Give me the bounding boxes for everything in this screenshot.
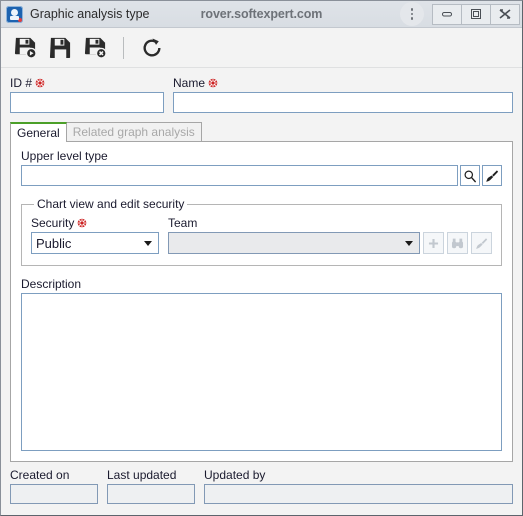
last-updated-label: Last updated <box>107 468 177 482</box>
plus-icon <box>428 238 439 248</box>
last-updated-label-wrap: Last updated <box>107 468 195 482</box>
record-metadata-footer: Created on Last updated Updated by <box>1 462 522 515</box>
name-input[interactable] <box>173 92 513 113</box>
brush-icon <box>476 237 488 249</box>
application-window: Graphic analysis type rover.softexpert.c… <box>0 0 523 516</box>
chart-security-row: Security Public Team <box>31 216 492 254</box>
window-title: Graphic analysis type <box>30 7 150 21</box>
upper-level-type-clear-button[interactable] <box>482 165 502 186</box>
created-on-input <box>10 484 98 504</box>
required-marker-icon <box>35 78 45 88</box>
upper-level-type-row <box>21 165 502 186</box>
id-field-group: ID # <box>10 76 164 113</box>
created-on-group: Created on <box>10 468 98 504</box>
chevron-down-icon <box>405 240 413 246</box>
tab-related-graph-analysis[interactable]: Related graph analysis <box>65 122 202 141</box>
security-select[interactable]: Public <box>31 232 159 254</box>
tab-panel-general: Upper level type Chart view and edit sec… <box>10 141 513 462</box>
team-field-group: Team <box>168 216 492 254</box>
close-button[interactable] <box>490 3 520 25</box>
window-controls <box>400 2 520 26</box>
description-label-wrap: Description <box>21 277 502 291</box>
save-exit-icon <box>84 37 107 59</box>
identification-row: ID # Name <box>10 68 513 113</box>
last-updated-group: Last updated <box>107 468 195 504</box>
id-label-wrap: ID # <box>10 76 164 90</box>
more-options-kebab-icon[interactable] <box>400 2 424 26</box>
team-label-wrap: Team <box>168 216 492 230</box>
team-select <box>168 232 420 254</box>
security-label-wrap: Security <box>31 216 159 230</box>
required-marker-icon <box>208 78 218 88</box>
team-row <box>168 232 492 254</box>
required-marker-icon <box>77 218 87 228</box>
save-and-exit-button[interactable] <box>82 35 108 61</box>
brush-icon <box>486 169 499 182</box>
team-label: Team <box>168 216 198 230</box>
save-and-new-button[interactable] <box>12 35 38 61</box>
save-icon <box>49 37 70 59</box>
security-label: Security <box>31 216 75 230</box>
created-on-label-wrap: Created on <box>10 468 98 482</box>
created-on-label: Created on <box>10 468 70 482</box>
description-textarea[interactable] <box>21 293 502 451</box>
updated-by-group: Updated by <box>204 468 513 504</box>
toolbar <box>1 28 522 68</box>
tab-general[interactable]: General <box>10 122 67 142</box>
description-label: Description <box>21 277 82 291</box>
title-bar: Graphic analysis type rover.softexpert.c… <box>1 1 522 28</box>
name-label-wrap: Name <box>173 76 513 90</box>
binoculars-icon <box>451 238 464 248</box>
updated-by-label-wrap: Updated by <box>204 468 513 482</box>
save-new-icon <box>14 37 37 59</box>
minimize-icon <box>442 12 452 17</box>
tab-related-graph-analysis-label: Related graph analysis <box>72 124 195 139</box>
maximize-button[interactable] <box>461 3 491 25</box>
tab-bar: General Related graph analysis <box>10 122 513 142</box>
chevron-down-icon <box>144 240 152 246</box>
upper-level-type-group: Upper level type <box>21 149 502 186</box>
refresh-icon <box>143 37 161 56</box>
team-search-button <box>447 232 468 254</box>
upper-level-type-input[interactable] <box>21 165 458 186</box>
save-button[interactable] <box>47 35 73 61</box>
close-icon <box>499 9 511 19</box>
chart-security-legend: Chart view and edit security <box>37 197 185 211</box>
maximize-icon <box>471 9 481 19</box>
team-add-button <box>423 232 444 254</box>
id-input[interactable] <box>10 92 164 113</box>
toolbar-separator <box>123 36 124 59</box>
chart-security-fieldset: Chart view and edit security Security Pu… <box>21 197 502 266</box>
security-select-value: Public <box>36 235 72 251</box>
name-field-group: Name <box>173 76 513 113</box>
tab-general-label: General <box>17 125 60 140</box>
name-label: Name <box>173 76 206 90</box>
id-label: ID # <box>10 76 33 90</box>
refresh-button[interactable] <box>139 35 165 61</box>
updated-by-label: Updated by <box>204 468 266 482</box>
team-clear-button <box>471 232 492 254</box>
last-updated-input <box>107 484 195 504</box>
security-field-group: Security Public <box>31 216 159 254</box>
upper-level-type-label: Upper level type <box>21 149 108 163</box>
softexpert-logo-icon <box>6 5 23 23</box>
updated-by-input <box>204 484 513 504</box>
upper-level-type-search-button[interactable] <box>460 165 480 186</box>
minimize-button[interactable] <box>432 3 462 25</box>
upper-level-type-label-wrap: Upper level type <box>21 149 502 163</box>
search-icon <box>464 169 476 182</box>
description-group: Description <box>21 277 502 451</box>
form-body: ID # Name General Related graph analysis… <box>1 68 522 462</box>
